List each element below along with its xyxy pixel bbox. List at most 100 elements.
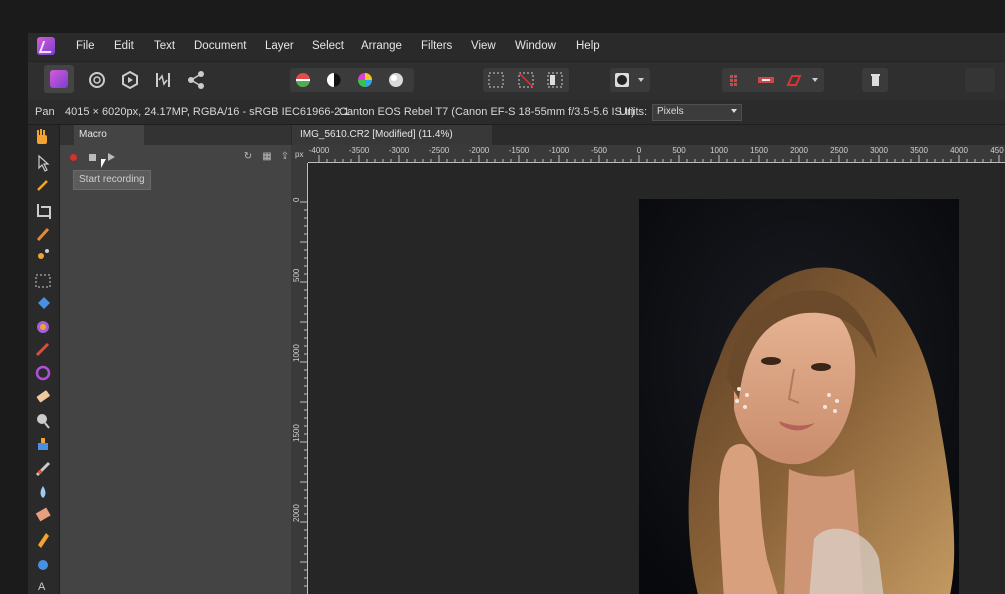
selection-brush-icon [38, 249, 49, 259]
panel-tab-bar: Macro [60, 125, 291, 145]
ruler-label: -4000 [308, 146, 330, 155]
ruler-label: 2500 [830, 146, 848, 155]
context-toolbar: Pan 4015 × 6020px, 24.17MP, RGBA/16 - sR… [28, 100, 1005, 125]
ruler-label: 1000 [710, 146, 728, 155]
paint-brush-icon [35, 342, 50, 357]
document-canvas[interactable] [308, 163, 1005, 594]
ruler-label: 1500 [750, 146, 768, 155]
snapping-group [722, 68, 824, 92]
ruler-label: 0 [292, 197, 301, 202]
gradient-icon [37, 321, 49, 333]
vector-shape-icon [38, 560, 48, 570]
trash-icon[interactable] [862, 68, 888, 92]
affinity-logo-icon[interactable] [37, 37, 55, 55]
menu-document[interactable]: Document [194, 40, 246, 52]
tab-macro[interactable]: Macro [74, 125, 144, 145]
ruler-label: -2000 [468, 146, 490, 155]
units-value: Pixels [657, 106, 684, 117]
crop-icon [37, 204, 51, 219]
mouse-cursor-icon [101, 159, 106, 168]
photo-portrait [639, 199, 959, 594]
ruler-label: 0 [636, 146, 642, 155]
document-tab[interactable]: IMG_5610.CR2 [Modified] (11.4%) [292, 125, 492, 145]
document-tab-label: IMG_5610.CR2 [Modified] (11.4%) [300, 129, 453, 140]
color-replacement-icon [35, 365, 51, 381]
clear-icon[interactable]: ↻ [243, 152, 253, 162]
ruler-label: -2500 [428, 146, 450, 155]
ruler-label: 1000 [292, 344, 301, 362]
hand-icon[interactable] [37, 129, 47, 144]
stop-button[interactable] [89, 154, 96, 161]
move-icon [38, 154, 50, 172]
marquee-icon [35, 274, 51, 288]
pen-icon [38, 533, 49, 548]
ruler-label: 2000 [790, 146, 808, 155]
ruler-label: 500 [672, 146, 686, 155]
ruler-label: 1500 [292, 424, 301, 442]
units-dropdown[interactable]: Pixels [652, 104, 742, 121]
menu-layer[interactable]: Layer [265, 40, 294, 52]
auto-contrast-icon [327, 73, 341, 87]
blur-icon [40, 486, 46, 498]
clone-icon [38, 438, 48, 450]
export-persona-icon[interactable] [183, 68, 209, 92]
toolbar [28, 61, 1005, 101]
current-tool-label: Pan [35, 106, 55, 118]
ruler-label: 4000 [950, 146, 968, 155]
ruler-label: 3000 [870, 146, 888, 155]
auto-adjust-group [290, 68, 414, 92]
ruler-label: 500 [292, 268, 301, 282]
svg-text:A: A [38, 581, 46, 593]
menu-help[interactable]: Help [576, 40, 600, 52]
menu-text[interactable]: Text [154, 40, 175, 52]
ruler-label: -3500 [348, 146, 370, 155]
camera-info: Canton EOS Rebel T7 (Canon EF-S 18-55mm … [339, 106, 635, 118]
menu-bar: File Edit Text Document Layer Select Arr… [28, 33, 1005, 61]
auto-colors-icon [358, 73, 372, 87]
brush-icon [36, 227, 50, 242]
sponge-icon [35, 507, 51, 522]
record-button[interactable] [70, 154, 77, 161]
menu-window[interactable]: Window [515, 40, 556, 52]
play-button[interactable] [108, 153, 115, 161]
text-icon: A [38, 581, 46, 593]
assistant-icon[interactable] [965, 68, 995, 92]
tab-macro-label: Macro [79, 129, 107, 140]
ruler-label: 450 [990, 146, 1004, 155]
auto-levels-icon [296, 73, 310, 87]
menu-file[interactable]: File [76, 40, 95, 52]
menu-filters[interactable]: Filters [421, 40, 452, 52]
liquify-persona-icon[interactable] [84, 68, 110, 92]
ruler-label: -3000 [388, 146, 410, 155]
ruler-unit: px [291, 145, 308, 163]
menu-arrange[interactable]: Arrange [361, 40, 402, 52]
app-window: File Edit Text Document Layer Select Arr… [28, 33, 1005, 594]
menu-select[interactable]: Select [312, 40, 344, 52]
horizontal-ruler[interactable]: -4000 -3500 -3000 -2500 -2000 -1500 -100… [308, 145, 1005, 163]
macro-panel: Macro ↻ ▦ ⇪ ⇩ Start recording [60, 125, 308, 594]
ruler-unit-label: px [295, 150, 304, 159]
eraser-icon [36, 390, 50, 403]
dodge-icon [37, 414, 50, 429]
ruler-label: 2000 [292, 504, 301, 522]
units-label: Units: [619, 106, 648, 118]
color-picker-icon [37, 180, 48, 191]
ruler-label: -1500 [508, 146, 530, 155]
tooltip: Start recording [73, 170, 151, 190]
ruler-label: -500 [590, 146, 608, 155]
flood-fill-icon [38, 297, 50, 309]
menu-edit[interactable]: Edit [114, 40, 134, 52]
vertical-ruler[interactable]: 0 500 1000 1500 2000 [291, 163, 308, 594]
affinity-photo-persona-icon[interactable] [44, 65, 74, 93]
tools-panel: A [28, 125, 60, 594]
add-to-library-icon[interactable]: ▦ [262, 152, 272, 162]
develop-persona-icon[interactable] [117, 68, 143, 92]
quick-mask-icon[interactable] [610, 68, 650, 92]
tone-mapping-persona-icon[interactable] [150, 68, 176, 92]
healing-icon [35, 461, 51, 477]
document-info: 4015 × 6020px, 24.17MP, RGBA/16 - sRGB I… [65, 106, 350, 118]
menu-view[interactable]: View [471, 40, 496, 52]
export-icon[interactable]: ⇪ [280, 152, 290, 162]
document-tab-bar: IMG_5610.CR2 [Modified] (11.4%) [291, 125, 1005, 145]
auto-white-balance-icon [389, 73, 403, 87]
